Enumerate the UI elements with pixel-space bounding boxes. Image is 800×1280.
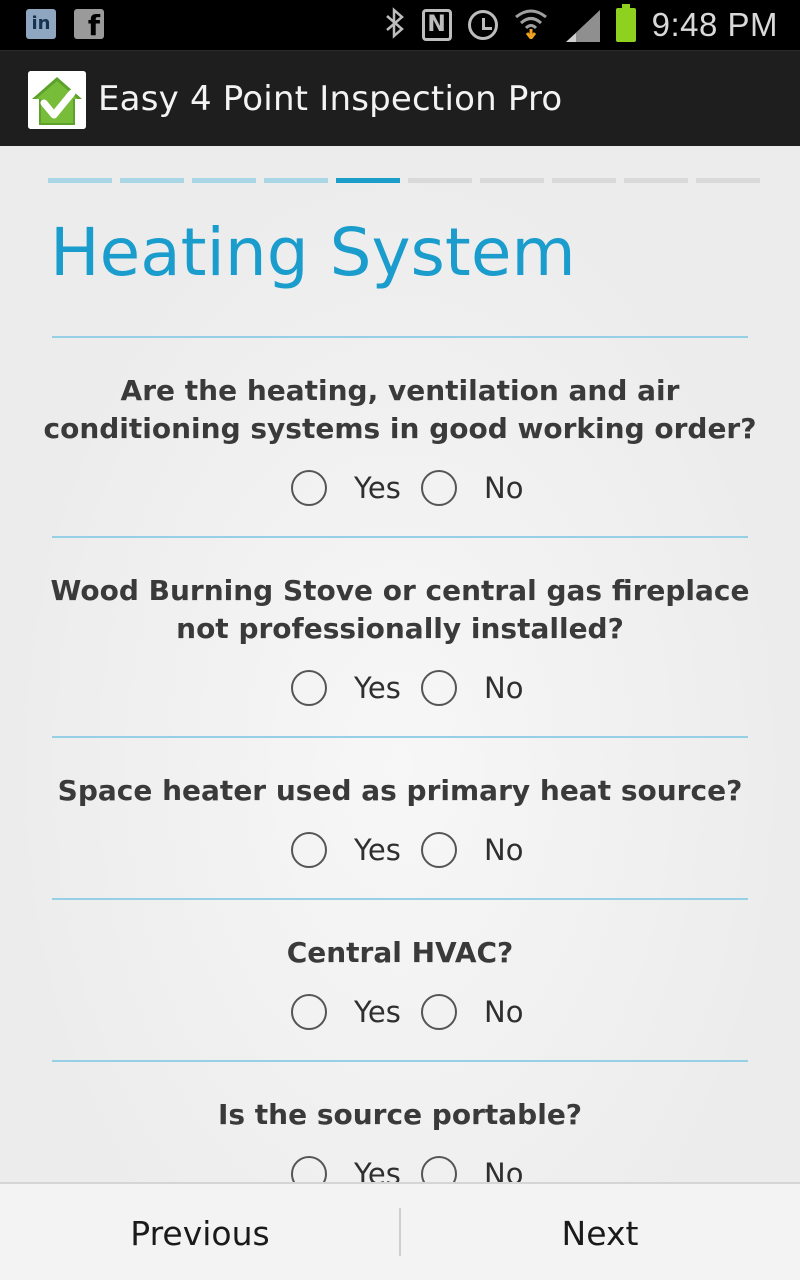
progress-step-current (336, 178, 400, 183)
yes-radio-button[interactable] (291, 670, 327, 706)
no-radio-button[interactable] (421, 470, 457, 506)
progress-step (624, 178, 688, 183)
nfc-icon: N (421, 9, 452, 41)
no-label[interactable]: No (484, 994, 523, 1030)
yes-label[interactable]: Yes (354, 470, 401, 506)
no-radio-button[interactable] (421, 832, 457, 868)
section-title: Heating System (50, 214, 576, 291)
divider (52, 536, 748, 538)
yes-label[interactable]: Yes (354, 670, 401, 706)
previous-button[interactable]: Previous (0, 1184, 400, 1280)
battery-icon (615, 4, 636, 42)
facebook-icon[interactable]: f (74, 9, 104, 42)
linkedin-icon[interactable]: in (26, 9, 56, 39)
status-bar: in f N 9:48 PM (0, 0, 800, 50)
divider (52, 1060, 748, 1062)
question-options: Yes No (0, 670, 800, 710)
divider (52, 898, 748, 900)
question-text: Central HVAC? (286, 936, 514, 969)
step-progress-indicator (48, 178, 760, 183)
yes-radio-button[interactable] (291, 1156, 327, 1182)
question-text: Are the heating, ventilation and air con… (43, 374, 757, 445)
signal-icon (564, 10, 600, 42)
divider (52, 736, 748, 738)
divider (52, 336, 748, 338)
yes-label[interactable]: Yes (354, 1156, 401, 1182)
wifi-icon (514, 7, 548, 44)
question-text: Space heater used as primary heat source… (57, 774, 743, 807)
no-radio-button[interactable] (421, 1156, 457, 1182)
status-notifications: in f (26, 9, 104, 42)
no-label[interactable]: No (484, 470, 523, 506)
no-radio-button[interactable] (421, 994, 457, 1030)
yes-radio-button[interactable] (291, 470, 327, 506)
no-label[interactable]: No (484, 832, 523, 868)
action-bar: Easy 4 Point Inspection Pro (0, 50, 800, 146)
house-check-icon[interactable] (28, 71, 86, 129)
question-text: Is the source portable? (217, 1098, 583, 1131)
progress-step (408, 178, 472, 183)
progress-step (264, 178, 328, 183)
app-title: Easy 4 Point Inspection Pro (98, 79, 563, 119)
progress-step (120, 178, 184, 183)
progress-step (552, 178, 616, 183)
question-text: Wood Burning Stove or central gas firepl… (50, 574, 750, 645)
inspection-form[interactable]: Heating System Are the heating, ventilat… (0, 146, 800, 1182)
next-button[interactable]: Next (400, 1184, 800, 1280)
yes-label[interactable]: Yes (354, 832, 401, 868)
question-options: Yes No (0, 832, 800, 872)
bottom-navigation: Previous Next (0, 1182, 800, 1280)
no-radio-button[interactable] (421, 670, 457, 706)
question-options: Yes No (0, 470, 800, 510)
no-label[interactable]: No (484, 670, 523, 706)
status-system-icons: N 9:48 PM (384, 0, 778, 50)
yes-label[interactable]: Yes (354, 994, 401, 1030)
progress-step (696, 178, 760, 183)
status-time: 9:48 PM (651, 6, 778, 43)
question-options: Yes No (0, 994, 800, 1034)
yes-radio-button[interactable] (291, 994, 327, 1030)
progress-step (192, 178, 256, 183)
no-label[interactable]: No (484, 1156, 523, 1182)
bluetooth-icon (384, 6, 406, 44)
progress-step (480, 178, 544, 183)
question-options: Yes No (0, 1156, 800, 1182)
alarm-icon (467, 10, 498, 40)
yes-radio-button[interactable] (291, 832, 327, 868)
progress-step (48, 178, 112, 183)
